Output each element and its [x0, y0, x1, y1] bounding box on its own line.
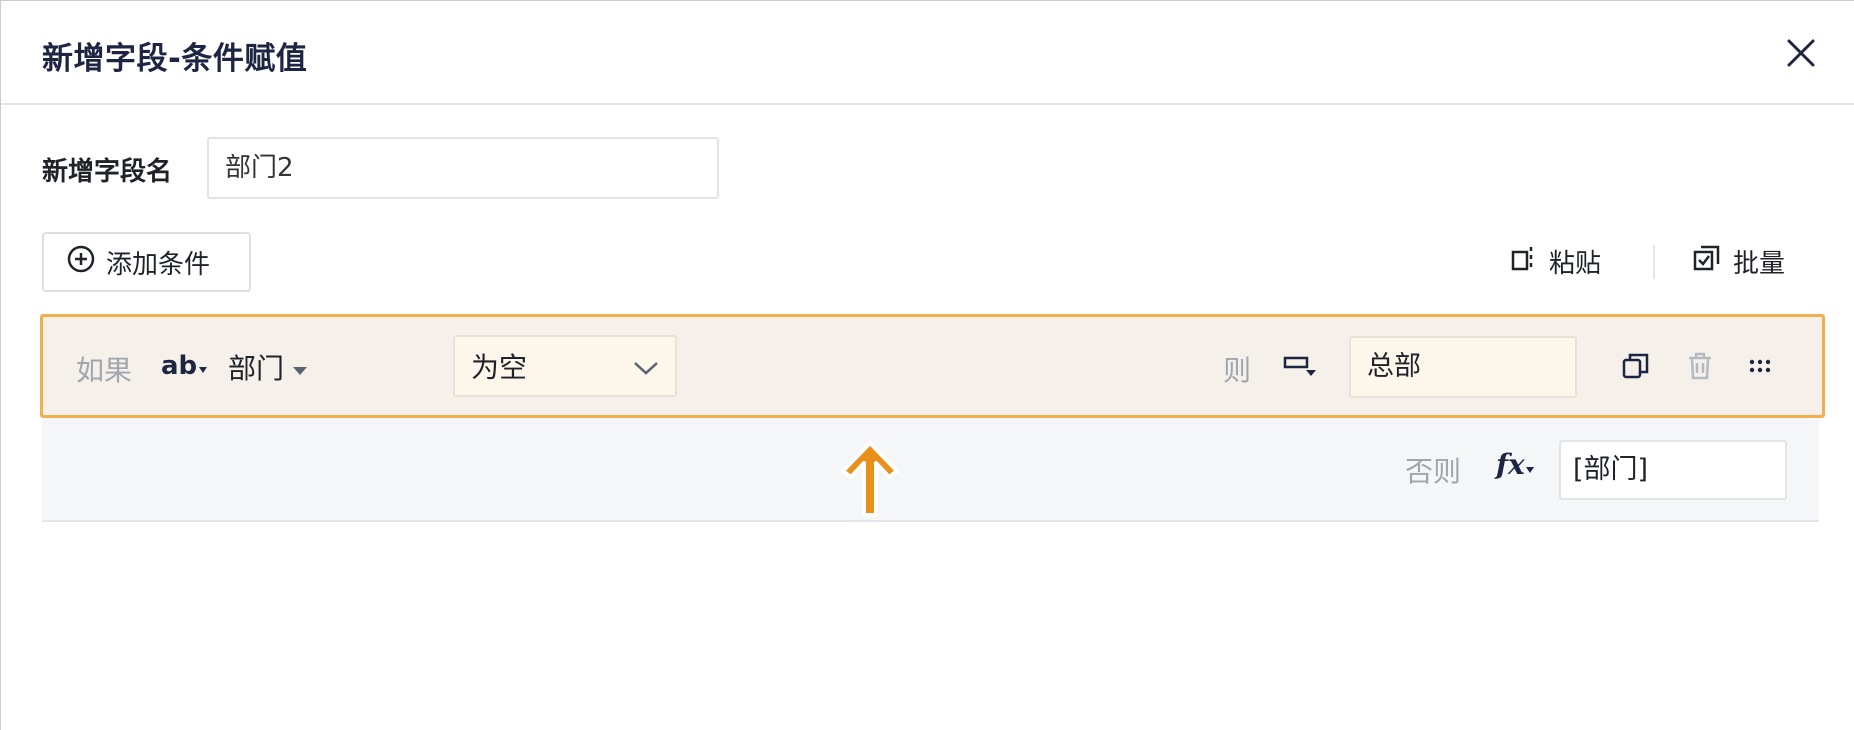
chevron-down-icon — [633, 350, 659, 383]
up-arrow-icon — [839, 439, 901, 519]
fx-icon[interactable]: fx — [1496, 448, 1535, 481]
add-condition-label: 添加条件 — [106, 249, 211, 280]
drag-handle-icon[interactable] — [1747, 351, 1777, 381]
then-label: 则 — [1223, 354, 1252, 387]
condition-row[interactable]: 如果 ab 部门 为空 则 总部 — [40, 314, 1825, 418]
operator-value: 为空 — [471, 351, 528, 384]
toolbar-divider — [1653, 245, 1655, 279]
caret-down-icon — [292, 351, 308, 384]
paste-button[interactable]: 粘贴 — [1511, 243, 1601, 280]
value-type-icon[interactable] — [1283, 353, 1319, 383]
batch-button[interactable]: 批量 — [1693, 243, 1785, 280]
batch-icon — [1693, 244, 1721, 279]
close-icon[interactable] — [1783, 35, 1819, 71]
add-condition-button[interactable]: 添加条件 — [42, 232, 251, 292]
plus-circle-icon — [66, 244, 96, 281]
dialog-header: 新增字段-条件赋值 — [1, 1, 1854, 105]
field-name-input[interactable]: 部门2 — [207, 137, 719, 199]
delete-icon[interactable] — [1685, 351, 1715, 381]
if-label: 如果 — [76, 354, 133, 387]
batch-label: 批量 — [1733, 249, 1786, 279]
text-type-icon[interactable]: ab — [161, 351, 208, 381]
copy-icon[interactable] — [1621, 351, 1651, 381]
paste-icon — [1511, 244, 1537, 279]
paste-label: 粘贴 — [1549, 249, 1602, 279]
field-name-label: 新增字段名 — [42, 157, 173, 187]
operator-select[interactable]: 为空 — [453, 335, 677, 397]
field-select-value: 部门 — [228, 352, 285, 385]
condition-assign-dialog: 新增字段-条件赋值 新增字段名 部门2 添加条件 粘贴 批量 如果 ab 部门 — [0, 0, 1854, 730]
field-select[interactable]: 部门 — [228, 347, 308, 387]
else-value-input[interactable]: [部门] — [1559, 440, 1787, 500]
else-label: 否则 — [1405, 455, 1462, 488]
dialog-title: 新增字段-条件赋值 — [42, 41, 308, 77]
then-value-input[interactable]: 总部 — [1349, 336, 1577, 398]
else-row: 否则 fx [部门] — [42, 418, 1819, 522]
